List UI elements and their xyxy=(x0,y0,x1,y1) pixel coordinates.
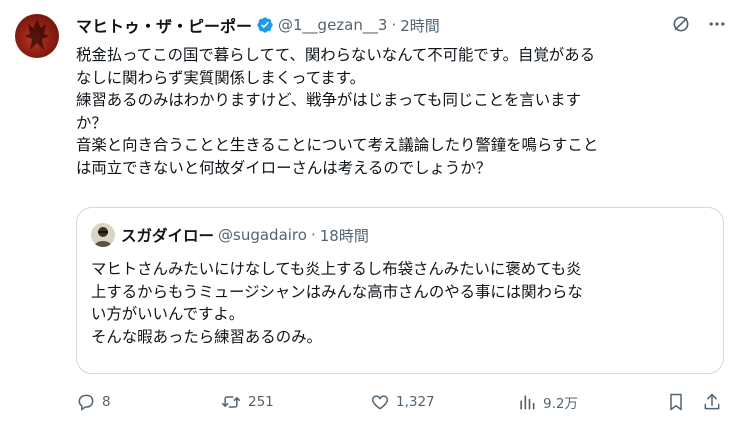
quoted-tweet-header: スガダイロー @sugadairo · 18時間 xyxy=(91,222,369,248)
tweet-text-line: 税金払ってこの国で暮らしてて、関わらないなんて不可能です。自覚がある xyxy=(76,46,595,64)
tweet-timestamp[interactable]: 2時間 xyxy=(400,15,440,36)
reply-button[interactable]: 8 xyxy=(76,386,111,418)
grok-icon[interactable] xyxy=(671,14,691,34)
views-icon xyxy=(517,392,537,412)
tweet-text: 税金払ってこの国で暮らしてて、関わらないなんて不可能です。自覚がある なしに関わ… xyxy=(76,44,726,179)
more-icon[interactable] xyxy=(707,14,727,34)
quoted-text-line: マヒトさんみたいにけなしても炎上するし布袋さんみたいに褒めても炎 xyxy=(91,260,582,278)
views-button[interactable]: 9.2万 xyxy=(517,386,578,418)
quoted-text-line: 上するからもうミュージシャンはみんな高市さんのやる事には関わらな xyxy=(91,282,583,301)
heart-icon xyxy=(370,392,390,412)
bookmark-icon xyxy=(666,392,686,412)
verified-badge-icon xyxy=(256,16,274,34)
quoted-text-line: い方がいいんですよ。 xyxy=(91,305,245,323)
repost-count: 251 xyxy=(248,394,274,410)
tweet-text-line: 練習あるのみはわかりますけど、戦争がはじまっても同じことを言います xyxy=(76,91,581,109)
quoted-author-avatar xyxy=(91,223,115,247)
tweet-text-line: は両立できないと何故ダイローさんは考えるのでしょうか？ xyxy=(76,158,492,177)
separator-dot: · xyxy=(391,16,397,34)
quoted-author-name: スガダイロー xyxy=(121,227,215,245)
reply-icon xyxy=(76,392,96,412)
bookmark-button[interactable] xyxy=(666,386,686,418)
quoted-text-line: そんな暇あったら練習あるのみ。 xyxy=(91,327,322,346)
tweet-action-bar: 8 251 1,327 9.2万 xyxy=(76,386,726,418)
like-count: 1,327 xyxy=(396,394,435,410)
tweet-top-actions xyxy=(671,14,727,34)
tweet-text-line: 音楽と向き合うことと生きることについて考え議論したり警鐘を鳴らすこと xyxy=(76,136,599,154)
quoted-tweet-text: マヒトさんみたいにけなしても炎上するし布袋さんみたいに褒めても炎 上するからもう… xyxy=(91,258,711,348)
share-button[interactable] xyxy=(702,386,722,418)
share-icon xyxy=(702,392,722,412)
quoted-tweet[interactable]: スガダイロー @sugadairo · 18時間 マヒトさんみたいにけなしても炎… xyxy=(76,207,724,374)
repost-icon xyxy=(220,392,242,412)
quoted-author-handle: @sugadairo xyxy=(218,226,307,244)
views-count: 9.2万 xyxy=(543,396,578,412)
author-avatar[interactable] xyxy=(15,14,59,58)
tweet-header: マヒトゥ・ザ・ピーポー @1__gezan__3 · 2時間 xyxy=(76,14,440,36)
separator-dot: · xyxy=(310,226,316,244)
tweet-text-line: か？ xyxy=(76,113,107,132)
quoted-timestamp: 18時間 xyxy=(319,226,369,245)
reply-count: 8 xyxy=(102,394,111,410)
like-button[interactable]: 1,327 xyxy=(370,386,435,418)
avatar-figure xyxy=(25,20,49,50)
author-name[interactable]: マヒトゥ・ザ・ピーポー xyxy=(76,13,252,37)
repost-button[interactable]: 251 xyxy=(220,386,274,418)
tweet-text-line: なしに関わらず実質関係しまくってます。 xyxy=(76,68,366,87)
author-handle[interactable]: @1__gezan__3 xyxy=(278,16,387,34)
